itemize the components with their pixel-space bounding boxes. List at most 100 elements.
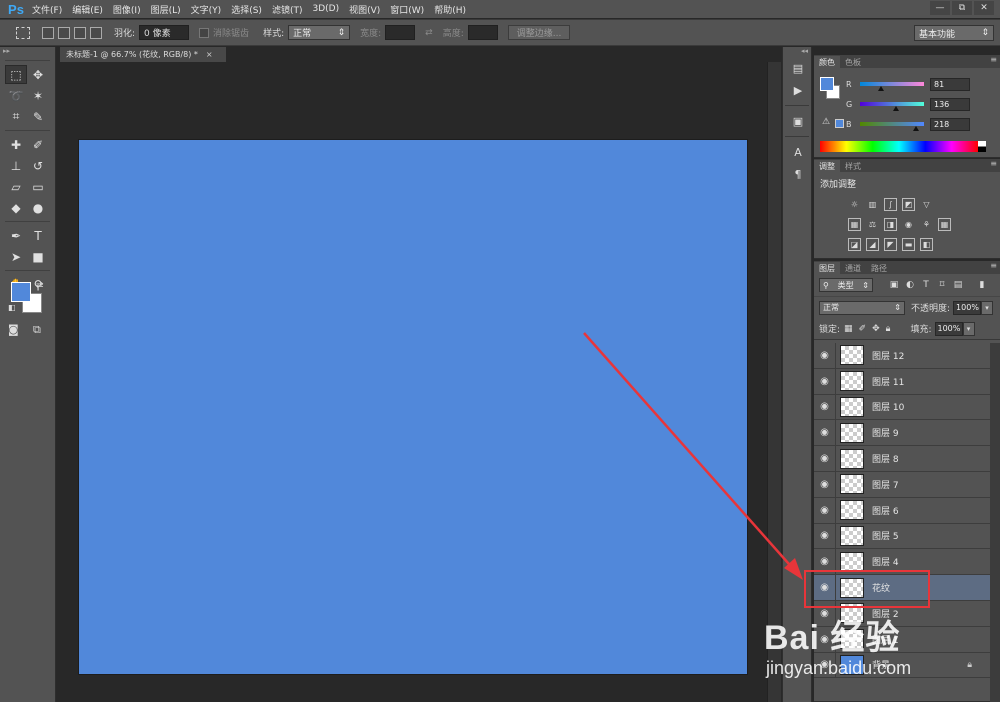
panel-menu-icon[interactable]: ≡ (990, 55, 997, 64)
r-track[interactable] (860, 82, 924, 91)
color-lookup-icon[interactable]: ▦ (938, 217, 951, 231)
invert-icon[interactable]: ◪ (848, 237, 861, 251)
tab-styles[interactable]: 样式 (840, 160, 866, 172)
vertical-scrollbar[interactable] (767, 62, 781, 702)
eye-icon[interactable]: ◉ (814, 368, 836, 394)
black-white-ramp[interactable] (978, 141, 986, 152)
menu-filter[interactable]: 滤镜(T) (272, 3, 303, 16)
actions-panel-icon[interactable]: ▶ (783, 79, 813, 101)
eye-icon[interactable]: ◉ (814, 394, 836, 420)
g-track[interactable] (860, 102, 924, 111)
pen-tool-icon[interactable]: ✒ (5, 226, 27, 245)
layer-filter-select[interactable]: ⚲ 类型 ⇕ (819, 278, 873, 292)
threshold-icon[interactable]: ◤ (884, 237, 897, 251)
minimize-button[interactable]: — (930, 1, 950, 15)
character-panel-icon[interactable]: A (783, 141, 813, 163)
smart-object-filter-icon[interactable]: ▤ (953, 280, 963, 290)
screen-mode-icon[interactable]: ⧉ (33, 323, 41, 337)
eye-icon[interactable]: ◉ (814, 497, 836, 523)
tab-paths[interactable]: 路径 (866, 262, 892, 274)
lock-pixels-icon[interactable]: ✐ (859, 324, 867, 334)
subtract-selection-icon[interactable] (74, 26, 86, 39)
layer-row[interactable]: ◉ 图层 7 (814, 471, 990, 498)
layer-row[interactable]: ◉ 图层 8 (814, 446, 990, 472)
type-filter-icon[interactable]: T (921, 280, 931, 290)
panel-grip-icon[interactable]: ▸▸ (0, 47, 55, 57)
panel-grip-icon[interactable]: ◂◂ (783, 47, 811, 57)
healing-brush-tool-icon[interactable]: ✚ (5, 135, 27, 154)
height-input[interactable] (467, 25, 498, 40)
color-balance-icon[interactable]: ⚖ (866, 218, 879, 231)
vibrance-icon[interactable]: ▽ (920, 198, 933, 211)
eye-icon[interactable]: ◉ (814, 420, 836, 446)
shape-filter-icon[interactable]: ⌑ (937, 280, 947, 290)
curves-icon[interactable]: ∫ (884, 197, 897, 211)
chevron-down-icon[interactable]: ▾ (962, 321, 975, 336)
b-thumb[interactable] (913, 126, 919, 131)
b-value[interactable]: 218 (930, 117, 970, 131)
fill-input[interactable]: 100% (934, 321, 963, 336)
adjustment-filter-icon[interactable]: ◐ (905, 280, 915, 290)
document-canvas[interactable] (79, 140, 747, 674)
properties-panel-icon[interactable]: ▣ (783, 110, 813, 132)
layers-scrollbar[interactable] (990, 343, 1000, 702)
menu-edit[interactable]: 编辑(E) (72, 3, 103, 16)
g-value[interactable]: 136 (930, 97, 970, 111)
new-selection-icon[interactable] (42, 26, 54, 39)
width-input[interactable] (385, 25, 416, 40)
layer-row[interactable]: ◉ 图层 11 (814, 368, 990, 395)
swap-icon[interactable]: ⇄ (425, 28, 433, 38)
add-selection-icon[interactable] (58, 26, 70, 39)
layer-row[interactable]: ◉ 图层 6 (814, 497, 990, 524)
menu-help[interactable]: 帮助(H) (434, 3, 466, 16)
menu-3d[interactable]: 3D(D) (312, 4, 339, 14)
quick-mask-icon[interactable]: ◙ (8, 323, 19, 336)
hue-saturation-icon[interactable]: ▦ (848, 217, 861, 231)
color-fg-swatch[interactable] (820, 77, 834, 91)
pixel-filter-icon[interactable]: ▣ (889, 280, 899, 290)
tab-swatches[interactable]: 色板 (840, 56, 866, 68)
b-track[interactable] (860, 122, 924, 131)
chevron-down-icon[interactable]: ▾ (981, 300, 994, 315)
menu-window[interactable]: 窗口(W) (390, 3, 424, 16)
path-selection-tool-icon[interactable]: ➤ (5, 247, 27, 266)
tab-color[interactable]: 颜色 (814, 56, 840, 68)
workspace-select[interactable]: 基本功能 ⇕ (914, 25, 994, 41)
r-value[interactable]: 81 (930, 77, 970, 91)
magic-wand-tool-icon[interactable]: ✶ (27, 86, 49, 105)
exposure-icon[interactable]: ◩ (902, 197, 915, 211)
menu-type[interactable]: 文字(Y) (191, 3, 222, 16)
web-safe-swatch[interactable] (835, 119, 844, 128)
paragraph-panel-icon[interactable]: ¶ (783, 163, 813, 185)
gradient-tool-icon[interactable]: ▭ (27, 177, 49, 196)
antialias-checkbox[interactable] (199, 27, 210, 38)
menu-layer[interactable]: 图层(L) (151, 3, 181, 16)
blend-mode-select[interactable]: 正常 ⇕ (819, 300, 905, 315)
lock-transparency-icon[interactable]: ▦ (844, 324, 853, 334)
brush-tool-icon[interactable]: ✐ (27, 135, 49, 154)
eye-icon[interactable]: ◉ (814, 471, 836, 497)
brightness-icon[interactable]: ☼ (848, 198, 861, 211)
restore-button[interactable]: ⧉ (952, 1, 972, 15)
eye-icon[interactable]: ◉ (814, 343, 836, 368)
intersect-selection-icon[interactable] (90, 26, 102, 39)
swap-colors-icon[interactable]: ⇄ (36, 281, 44, 291)
posterize-icon[interactable]: ◢ (866, 237, 879, 251)
gradient-map-icon[interactable]: ▬ (902, 237, 915, 251)
lock-position-icon[interactable]: ✥ (872, 324, 880, 334)
panel-menu-icon[interactable]: ≡ (990, 261, 997, 270)
close-icon[interactable]: × (206, 50, 213, 59)
close-button[interactable]: ✕ (974, 1, 994, 15)
black-white-icon[interactable]: ◨ (884, 217, 897, 231)
eye-icon[interactable]: ◉ (814, 523, 836, 549)
rect-marquee-tool-icon[interactable]: ⬚ (5, 65, 27, 84)
style-select[interactable]: 正常 ⇕ (288, 25, 351, 40)
color-spectrum[interactable] (820, 141, 978, 152)
photo-filter-icon[interactable]: ◉ (902, 218, 915, 231)
crop-tool-icon[interactable]: ⌗ (5, 107, 27, 126)
feather-input[interactable]: 0 像素 (139, 25, 190, 40)
levels-icon[interactable]: ▥ (866, 198, 879, 211)
menu-file[interactable]: 文件(F) (32, 3, 62, 16)
layer-row[interactable]: ◉ 图层 9 (814, 420, 990, 447)
move-tool-icon[interactable]: ✥ (27, 65, 49, 84)
